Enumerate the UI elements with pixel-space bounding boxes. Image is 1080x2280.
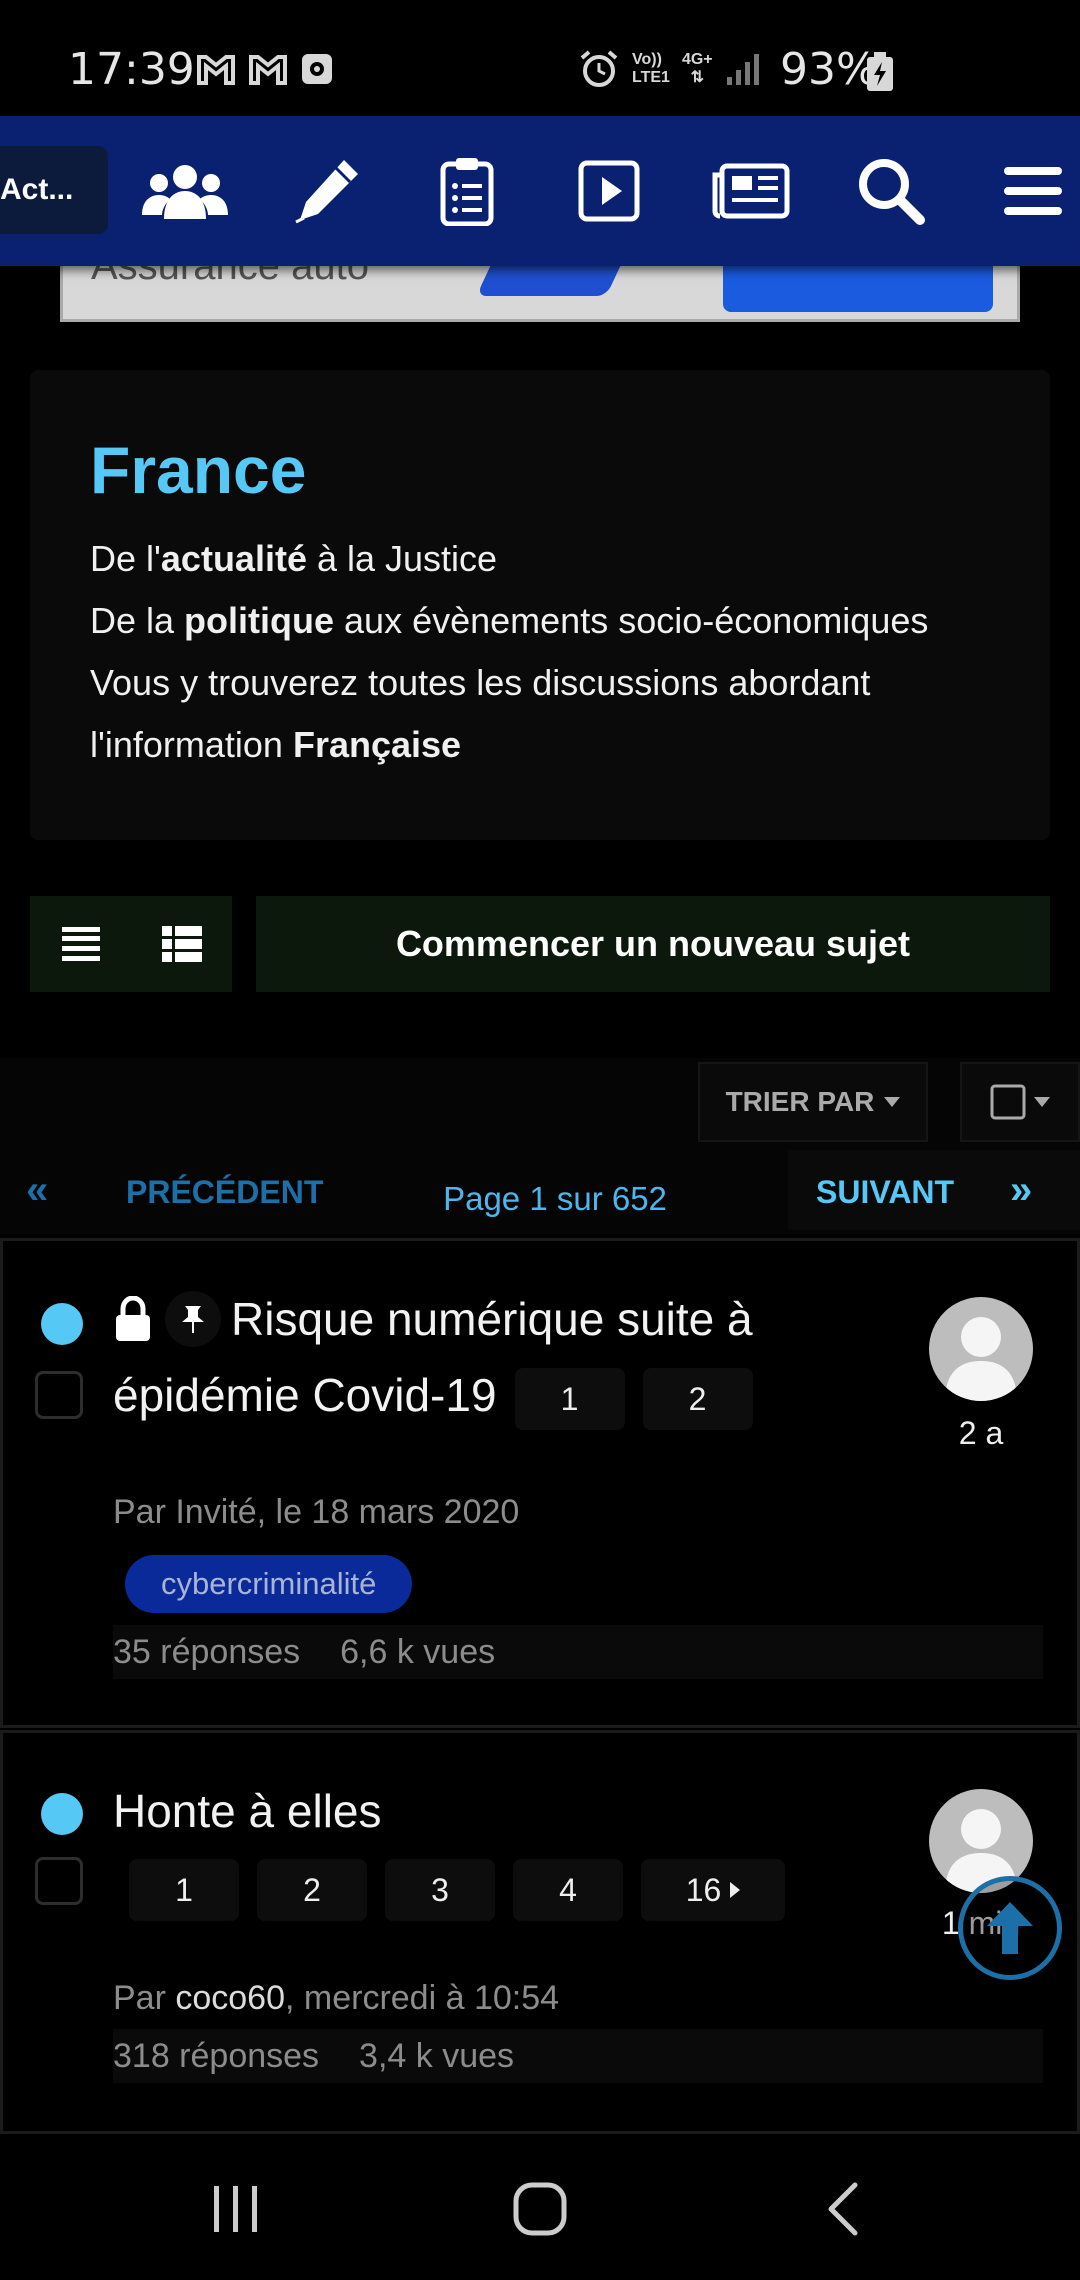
reply-count: 318 réponses	[113, 2036, 320, 2075]
clipboard-list-icon[interactable]	[422, 156, 512, 226]
list-view-button[interactable]	[30, 896, 131, 992]
back-button[interactable]	[802, 2174, 882, 2244]
status-time: 17:39	[68, 44, 195, 95]
gmail-icon	[197, 55, 235, 85]
back-icon	[828, 2182, 858, 2236]
notification-icons	[196, 52, 334, 86]
reply-count: 35 réponses	[113, 1632, 301, 1671]
activity-tab[interactable]: Act...	[0, 146, 108, 234]
forum-title: France	[90, 433, 307, 507]
system-icons: Vo)) LTE1 4G+ ⇅	[578, 48, 761, 90]
topic-pagination: 1 2 3 4 16	[111, 1859, 785, 1921]
topic-page-4[interactable]: 4	[513, 1859, 623, 1921]
last-page-button[interactable]: »	[1010, 1168, 1032, 1213]
sort-by-button[interactable]: TRIER PAR	[698, 1062, 928, 1142]
newspaper-icon[interactable]	[706, 156, 796, 226]
list-icon	[61, 927, 100, 961]
sort-by-label: TRIER PAR	[725, 1086, 875, 1117]
author-link[interactable]: coco60	[175, 1979, 285, 2017]
recent-apps-button[interactable]	[196, 2174, 276, 2244]
topic-stats: 35 réponses 6,6 k vues	[113, 1625, 1043, 1679]
view-count: 3,4 k vues	[359, 2036, 515, 2075]
topic-row[interactable]: Honte à elles 1 2 3 4 16 1 min Par coco6…	[0, 1730, 1080, 2134]
caret-down-icon	[884, 1097, 901, 1107]
screen-recorder-icon	[302, 54, 332, 84]
battery-charging-icon	[867, 52, 893, 91]
topic-select-checkbox[interactable]	[35, 1857, 83, 1905]
table-list-icon	[161, 926, 202, 962]
topic-page-3[interactable]: 3	[385, 1859, 495, 1921]
status-bar: 17:39 Vo)) LTE1 4G+ ⇅ 93%	[0, 0, 1080, 116]
topic-tag[interactable]: cybercriminalité	[125, 1555, 413, 1613]
play-square-icon[interactable]	[564, 156, 654, 226]
ad-banner[interactable]: Assurance auto	[60, 266, 1020, 322]
scroll-to-top-button[interactable]	[958, 1876, 1062, 1980]
volte-indicator: Vo)) LTE1	[632, 51, 670, 86]
android-navigation-bar	[0, 2134, 1080, 2280]
home-button[interactable]	[500, 2174, 580, 2244]
arrow-up-icon	[987, 1902, 1033, 1954]
topic-author-meta: Par Invité, le 18 mars 2020	[113, 1493, 520, 1531]
topic-last-page[interactable]: 16	[641, 1859, 785, 1921]
lock-icon	[116, 1296, 150, 1341]
recent-apps-icon	[214, 2186, 257, 2232]
new-topic-button[interactable]: Commencer un nouveau sujet	[256, 896, 1050, 992]
forum-header: France De l'actualité à la Justice De la…	[30, 370, 1050, 840]
pen-icon[interactable]	[282, 156, 372, 226]
ad-cta-button[interactable]	[723, 266, 993, 312]
topic-author-meta: Par coco60, mercredi à 10:54	[113, 1979, 560, 2017]
topic-page-2[interactable]: 2	[642, 1367, 753, 1430]
topic-title[interactable]: Honte à elles	[113, 1773, 833, 1849]
app-navbar: Act...	[0, 116, 1080, 266]
signal-icon	[726, 54, 759, 85]
caret-down-icon	[1034, 1097, 1050, 1107]
ad-text: Assurance auto	[91, 266, 369, 288]
last-reply-time[interactable]: 2 a	[903, 1415, 1059, 1452]
topic-select-checkbox[interactable]	[35, 1371, 83, 1419]
pin-icon	[182, 1306, 204, 1333]
pinned-badge	[165, 1291, 221, 1347]
pagination: « PRÉCÉDENT Page 1 sur 652 SUIVANT »	[0, 1150, 1080, 1234]
users-icon[interactable]	[140, 156, 230, 226]
ad-car-image	[476, 266, 630, 296]
gmail-icon	[249, 55, 287, 85]
topic-page-2[interactable]: 2	[257, 1859, 367, 1921]
home-icon	[513, 2182, 567, 2236]
forum-description: De l'actualité à la Justice De la politi…	[90, 538, 929, 765]
topic-page-1[interactable]: 1	[514, 1367, 625, 1430]
table-view-button[interactable]	[131, 896, 232, 992]
topic-row[interactable]: Risque numérique suite à épidémie Covid-…	[0, 1238, 1080, 1728]
select-all-button[interactable]	[960, 1062, 1080, 1142]
avatar[interactable]	[929, 1297, 1033, 1401]
view-mode-toggle	[30, 896, 232, 992]
activity-tab-label: Act...	[0, 173, 74, 206]
caret-right-icon	[730, 1882, 741, 1898]
next-page-group: SUIVANT »	[788, 1150, 1080, 1230]
search-icon[interactable]	[846, 156, 936, 226]
topic-stats: 318 réponses 3,4 k vues	[113, 2029, 1043, 2083]
topic-page-1[interactable]: 1	[129, 1859, 239, 1921]
checkbox-icon	[990, 1084, 1026, 1120]
unread-indicator[interactable]	[41, 1793, 83, 1835]
topic-title[interactable]: Risque numérique suite à épidémie Covid-…	[113, 1281, 833, 1433]
next-page-button[interactable]: SUIVANT	[816, 1174, 954, 1211]
alarm-icon	[580, 50, 618, 87]
battery-percent: 93%	[780, 44, 878, 95]
data-type-indicator: 4G+ ⇅	[681, 51, 713, 86]
hamburger-menu-icon[interactable]	[988, 156, 1078, 226]
unread-indicator[interactable]	[41, 1303, 83, 1345]
view-count: 6,6 k vues	[340, 1632, 496, 1671]
